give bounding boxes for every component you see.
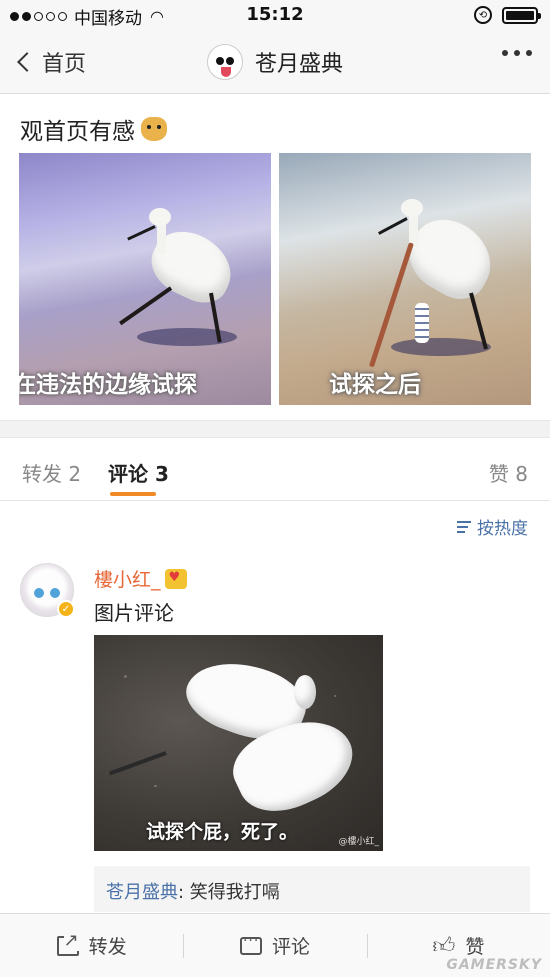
like-label: 赞 <box>465 936 485 958</box>
comment-button[interactable]: 评论 <box>183 914 366 977</box>
comment-label: 评论 <box>271 936 310 958</box>
avatar <box>206 44 243 80</box>
section-divider <box>0 420 550 438</box>
sort-icon <box>457 520 471 533</box>
share-icon <box>56 929 79 956</box>
reply-author[interactable]: 苍月盛典 <box>106 882 178 903</box>
verified-badge-icon: ✓ <box>57 600 75 618</box>
nav-title[interactable]: 苍月盛典 <box>0 44 550 80</box>
image-caption: 试探个屁，死了。 <box>146 821 299 843</box>
tab-comment[interactable]: 评论 3 <box>108 458 169 487</box>
post-text: 观首页有感 <box>20 112 167 146</box>
reply-text: : 笑得我打嗝 <box>178 882 280 903</box>
wifi-icon: ◠ <box>150 6 164 26</box>
post-body: 观首页有感 <box>20 119 135 145</box>
post-image-1[interactable]: 在违法的边缘试探 <box>19 153 271 405</box>
comment-reply[interactable]: 苍月盛典: 笑得我打嗝 <box>94 866 530 912</box>
battery-icon <box>502 6 541 24</box>
image-caption: 试探之后 <box>329 372 421 398</box>
post-image-2[interactable]: 试探之后 <box>279 153 531 405</box>
active-tab-indicator <box>110 492 156 496</box>
nav-bar: 首页 苍月盛典 <box>0 32 550 94</box>
doge-emoji-icon <box>141 117 167 141</box>
repost-button[interactable]: 转发 <box>0 914 183 977</box>
sort-by-hot-button[interactable]: 按热度 <box>457 514 528 539</box>
repost-label: 转发 <box>88 936 127 958</box>
image-caption: 在违法的边缘试探 <box>19 372 197 398</box>
comment-icon <box>239 933 262 955</box>
page-title: 苍月盛典 <box>254 52 343 77</box>
username-label: 樓小红_ <box>94 569 161 591</box>
watermark: GAMERSKY <box>446 957 542 973</box>
thumbs-up-icon: 👍︎ <box>432 934 456 959</box>
tab-like[interactable]: 赞 8 <box>489 458 528 487</box>
image-watermark: @樓小红_ <box>338 837 379 847</box>
interaction-tabs: 转发 2 评论 3 赞 8 <box>0 438 550 501</box>
sort-label: 按热度 <box>477 519 528 539</box>
tab-repost[interactable]: 转发 2 <box>22 458 81 487</box>
carrier-name: 中国移动 <box>74 8 142 29</box>
rotation-lock-icon: ⟲ <box>474 6 492 24</box>
comment-text: 图片评论 <box>94 601 174 625</box>
comment-image[interactable]: 试探个屁，死了。 @樓小红_ <box>94 635 383 851</box>
more-options-button[interactable] <box>502 50 532 56</box>
bottom-action-bar: 转发 评论 👍︎ 赞 GAMERSKY <box>0 913 550 977</box>
comment-username[interactable]: 樓小红_ <box>94 565 187 592</box>
vip-badge-icon <box>164 568 187 589</box>
signal-strength-icon <box>10 11 67 21</box>
status-bar: 中国移动 ◠ 15:12 ⟲ <box>0 0 550 32</box>
